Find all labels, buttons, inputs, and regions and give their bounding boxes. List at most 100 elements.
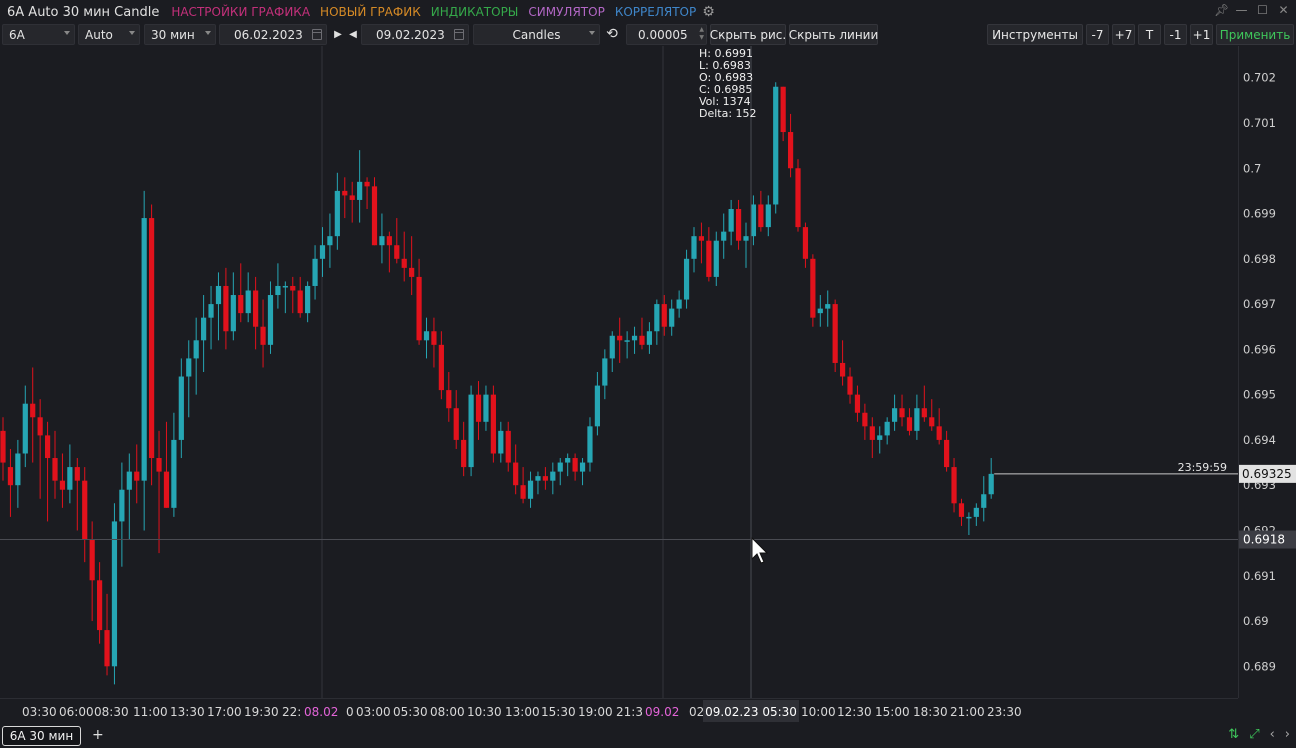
stepper-arrows-icon[interactable]: ▲ ▼ <box>699 26 704 42</box>
time-tick-label: 13:30 <box>170 705 205 719</box>
menu-new-chart[interactable]: НОВЫЙ ГРАФИК <box>320 5 421 19</box>
candle <box>728 199 734 246</box>
menu-correlator[interactable]: КОРРЕЛЯТОР <box>615 5 696 19</box>
instruments-button[interactable]: Инструменты <box>987 24 1083 45</box>
close-icon[interactable]: ✕ <box>1277 3 1290 17</box>
candle <box>513 444 519 495</box>
menu-chart-settings[interactable]: НАСТРОЙКИ ГРАФИКА <box>171 5 310 19</box>
price-axis[interactable]: 0.702 0.701 0.7 0.699 0.698 0.697 0.696 0.695 0.… <box>1238 46 1296 698</box>
time-tick-label: 02 <box>689 705 704 719</box>
candle <box>357 150 363 223</box>
candle <box>498 421 504 463</box>
candle <box>104 593 110 676</box>
candle <box>416 258 422 345</box>
candle-body <box>565 458 571 463</box>
menu-simulator[interactable]: СИМУЛЯТОР <box>528 5 604 19</box>
candle-body <box>854 394 861 413</box>
time-tick-label: 11:00 <box>133 705 168 719</box>
minus-7-button[interactable]: -7 <box>1086 24 1109 45</box>
candle-body <box>141 218 147 481</box>
chart-type-select[interactable]: Candles <box>473 24 600 45</box>
expand-icon[interactable]: ⤢ <box>1249 727 1259 742</box>
candle <box>141 190 147 531</box>
menu-indicators[interactable]: ИНДИКАТОРЫ <box>431 5 519 19</box>
candle <box>409 236 415 296</box>
crosshair-time-label: 09.02.23 05:30 <box>705 705 797 719</box>
gear-icon[interactable]: ⚙ <box>702 4 715 20</box>
calendar-icon[interactable] <box>454 29 464 40</box>
candle <box>758 190 764 232</box>
candle <box>44 421 51 522</box>
candle-body <box>201 317 207 341</box>
candle <box>282 281 288 314</box>
candle <box>431 317 437 368</box>
today-button[interactable]: T <box>1138 24 1161 45</box>
time-tick-label: 19:30 <box>244 705 279 719</box>
candle <box>15 439 21 508</box>
apply-button[interactable]: Применить <box>1216 24 1294 45</box>
candle <box>96 562 103 644</box>
candle <box>319 227 326 277</box>
chart-type-value: Candles <box>512 27 561 42</box>
toolbar: 6A Auto 30 мин 06.02.2023 ▶ ◀ 09.02.2023… <box>0 24 1296 46</box>
candle <box>215 272 222 341</box>
time-tick-label: 12:30 <box>837 705 872 719</box>
time-tick-label: 03:00 <box>356 705 391 719</box>
price-axis-scale: 0.702 0.701 0.7 0.699 0.698 0.697 0.696 0.695 0.… <box>1239 71 1296 673</box>
candle-body <box>312 258 318 286</box>
candle <box>810 254 816 327</box>
minimize-icon[interactable]: — <box>1235 3 1248 17</box>
timeframe-select[interactable]: 30 мин <box>144 24 216 45</box>
candle <box>765 195 771 237</box>
chevron-down-icon <box>589 31 595 35</box>
refresh-icon[interactable]: ⟲ <box>606 26 618 42</box>
candle-body <box>944 439 950 468</box>
date-to-picker[interactable]: 09.02.2023 <box>361 24 469 45</box>
tab-6a-30min[interactable]: 6A 30 мин <box>2 726 81 746</box>
candle <box>438 331 444 400</box>
plus-1-button[interactable]: +1 <box>1190 24 1213 45</box>
play-forward-icon[interactable]: ▶ <box>332 27 344 41</box>
plus-7-button[interactable]: +7 <box>1112 24 1135 45</box>
candle-body <box>542 476 548 481</box>
time-tick-label: 03:30 <box>22 705 57 719</box>
hide-lines-button[interactable]: Скрыть линии <box>789 24 878 45</box>
candle-body <box>468 394 474 468</box>
candle <box>639 317 645 350</box>
candle <box>825 290 831 327</box>
candle <box>290 276 296 314</box>
candlestick-chart[interactable]: 23:59:59 <box>0 46 1238 698</box>
maximize-icon[interactable]: ☐ <box>1256 3 1269 17</box>
candle <box>572 453 578 481</box>
candle <box>847 367 853 404</box>
chart-plot-area[interactable]: 23:59:59 <box>0 46 1238 698</box>
candle <box>401 231 407 282</box>
sort-icon[interactable]: ⇅ <box>1228 727 1239 742</box>
candle-body <box>282 285 288 288</box>
time-tick-label: 06:00 <box>59 705 94 719</box>
scroll-left-icon[interactable]: ‹ <box>1270 727 1275 742</box>
candle-body <box>899 408 905 418</box>
candle-body <box>230 295 236 332</box>
candle <box>877 426 883 454</box>
candle-body <box>795 168 801 228</box>
candle <box>134 444 140 504</box>
date-from-picker[interactable]: 06.02.2023 <box>219 24 327 45</box>
calendar-icon[interactable] <box>312 29 322 40</box>
mode-select[interactable]: Auto <box>78 24 140 45</box>
candle-body <box>319 245 326 259</box>
play-back-icon[interactable]: ◀ <box>347 27 359 41</box>
pin-icon[interactable]: 📌︎ <box>1214 3 1229 17</box>
candle <box>535 471 541 495</box>
candle <box>111 503 118 685</box>
candle <box>669 299 675 336</box>
time-axis[interactable]: 03:30 06:00 08:30 11:00 13:30 17:00 19:30 22: 08… <box>0 698 1238 724</box>
scroll-right-icon[interactable]: › <box>1285 727 1290 742</box>
add-tab-button[interactable]: + <box>92 727 104 743</box>
symbol-select[interactable]: 6A <box>2 24 75 45</box>
minus-1-button[interactable]: -1 <box>1164 24 1187 45</box>
tick-size-stepper[interactable]: 0.00005 ▲ ▼ <box>626 24 707 45</box>
hide-drawings-button[interactable]: Скрыть рис. <box>710 24 786 45</box>
candle-body <box>386 236 392 246</box>
candle-body <box>579 462 586 472</box>
